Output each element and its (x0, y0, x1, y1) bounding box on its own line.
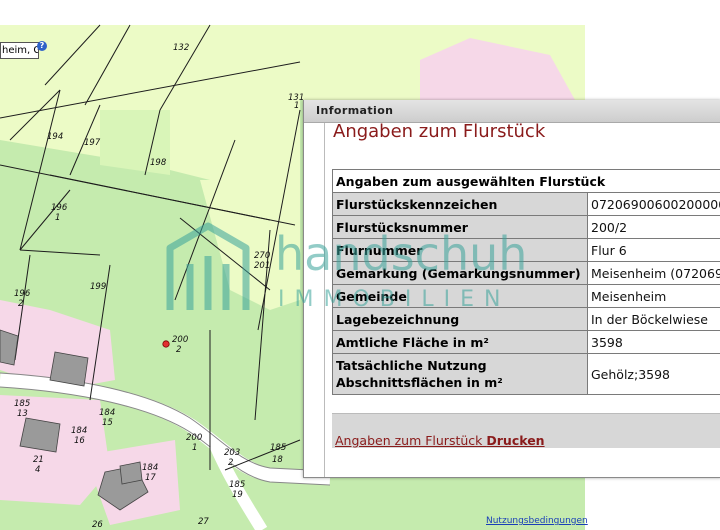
parcel-label: 132 (173, 43, 189, 53)
row-value: Meisenheim (072069) (587, 261, 720, 285)
parcel-label: 1 (192, 443, 197, 453)
row-key: Flurstückskennzeichen (332, 192, 588, 216)
table-row: Flurstückskennzeichen 072069006002000002… (332, 192, 720, 216)
parcel-label: 194 (47, 132, 63, 142)
print-section: Angaben zum Flurstück Drucken (332, 413, 720, 448)
parcel-label: 27 (198, 517, 209, 527)
print-parcel-link[interactable]: Angaben zum Flurstück Drucken (335, 433, 545, 448)
row-value: Flur 6 (587, 238, 720, 262)
parcel-label: 2 (176, 345, 181, 355)
row-key: Gemeinde (332, 284, 588, 308)
parcel-label: 270 (254, 251, 270, 261)
row-value: Gehölz;3598 (587, 353, 720, 395)
parcel-label: 16 (74, 436, 85, 446)
table-row: Flurnummer Flur 6 (332, 238, 720, 262)
parcel-label: 185 (14, 399, 30, 409)
print-link-bold: Drucken (486, 433, 545, 448)
parcel-label: 184 (71, 426, 87, 436)
row-key: Flurstücksnummer (332, 215, 588, 239)
row-value: Meisenheim (587, 284, 720, 308)
parcel-label: 4 (35, 465, 40, 475)
parcel-label: 2 (228, 458, 233, 468)
parcel-label: 17 (145, 473, 156, 483)
parcel-label: 1 (294, 101, 299, 111)
parcel-label: 185 (270, 443, 286, 453)
row-key: Gemarkung (Gemarkungsnummer) (332, 261, 588, 285)
table-row: Gemeinde Meisenheim (332, 284, 720, 308)
table-row: Gemarkung (Gemarkungsnummer) Meisenheim … (332, 261, 720, 285)
parcel-label: 200 (172, 335, 188, 345)
parcel-label: 198 (150, 158, 167, 168)
parcel-label: 21 (33, 455, 44, 465)
parcel-label: 184 (99, 408, 115, 418)
popup-title[interactable]: Information (304, 100, 720, 123)
parcel-label: 185 (229, 480, 245, 490)
row-value: In der Böckelwiese (587, 307, 720, 331)
parcel-label: 203 (224, 448, 240, 458)
help-icon[interactable]: ? (37, 41, 47, 51)
row-key: Flurnummer (332, 238, 588, 262)
row-value: 072069006002000002_ (587, 192, 720, 216)
parcel-label: 2 (18, 299, 23, 309)
address-search-input[interactable]: heim, G (0, 42, 39, 59)
parcel-label: 201 (254, 261, 270, 271)
parcel-label: 1 (55, 213, 60, 223)
parcel-label: 196 (14, 289, 31, 299)
table-row: Lagebezeichnung In der Böckelwiese (332, 307, 720, 331)
popup-body: Angaben zum Flurstück Angaben zum ausgew… (324, 123, 720, 477)
row-value: 3598 (587, 330, 720, 354)
parcel-label: 196 (51, 203, 68, 213)
parcel-label: 26 (92, 520, 103, 530)
parcel-label: 13 (17, 409, 28, 419)
parcel-label: 197 (84, 138, 101, 148)
parcel-label: 19 (232, 490, 243, 500)
parcel-label: 200 (186, 433, 202, 443)
info-popup: Information Angaben zum Flurstück Angabe… (303, 100, 720, 478)
parcel-label: 15 (102, 418, 113, 428)
row-value: 200/2 (587, 215, 720, 239)
table-row: Flurstücksnummer 200/2 (332, 215, 720, 239)
table-header: Angaben zum ausgewählten Flurstück (332, 169, 720, 193)
parcel-info-table: Angaben zum ausgewählten Flurstück Flurs… (332, 169, 720, 395)
table-header-row: Angaben zum ausgewählten Flurstück (332, 169, 720, 193)
table-row: Tatsächliche Nutzung Abschnittsflächen i… (332, 353, 720, 395)
table-row: Amtliche Fläche in m² 3598 (332, 330, 720, 354)
print-link-prefix: Angaben zum Flurstück (335, 433, 487, 448)
parcel-label: 199 (90, 282, 106, 292)
row-key: Lagebezeichnung (332, 307, 588, 331)
terms-of-use-link[interactable]: Nutzungsbedingungen (486, 516, 588, 526)
parcel-label: 18 (272, 455, 283, 465)
row-key: Amtliche Fläche in m² (332, 330, 588, 354)
parcel-label: 184 (142, 463, 158, 473)
row-key: Tatsächliche Nutzung Abschnittsflächen i… (332, 353, 588, 395)
parcel-info-heading: Angaben zum Flurstück (333, 123, 546, 142)
